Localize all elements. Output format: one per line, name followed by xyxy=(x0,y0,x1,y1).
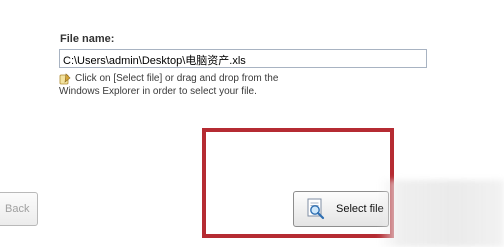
magnifier-document-icon xyxy=(304,197,328,221)
file-name-label: File name: xyxy=(60,33,115,45)
back-button[interactable]: Back xyxy=(0,192,38,226)
file-path-input[interactable] xyxy=(59,49,427,68)
select-file-button[interactable]: Select file xyxy=(293,191,389,227)
blurred-area xyxy=(378,180,504,247)
select-file-label: Select file xyxy=(336,203,384,215)
instruction-hint-text: Click on [Select file] or drag and drop … xyxy=(59,73,279,97)
